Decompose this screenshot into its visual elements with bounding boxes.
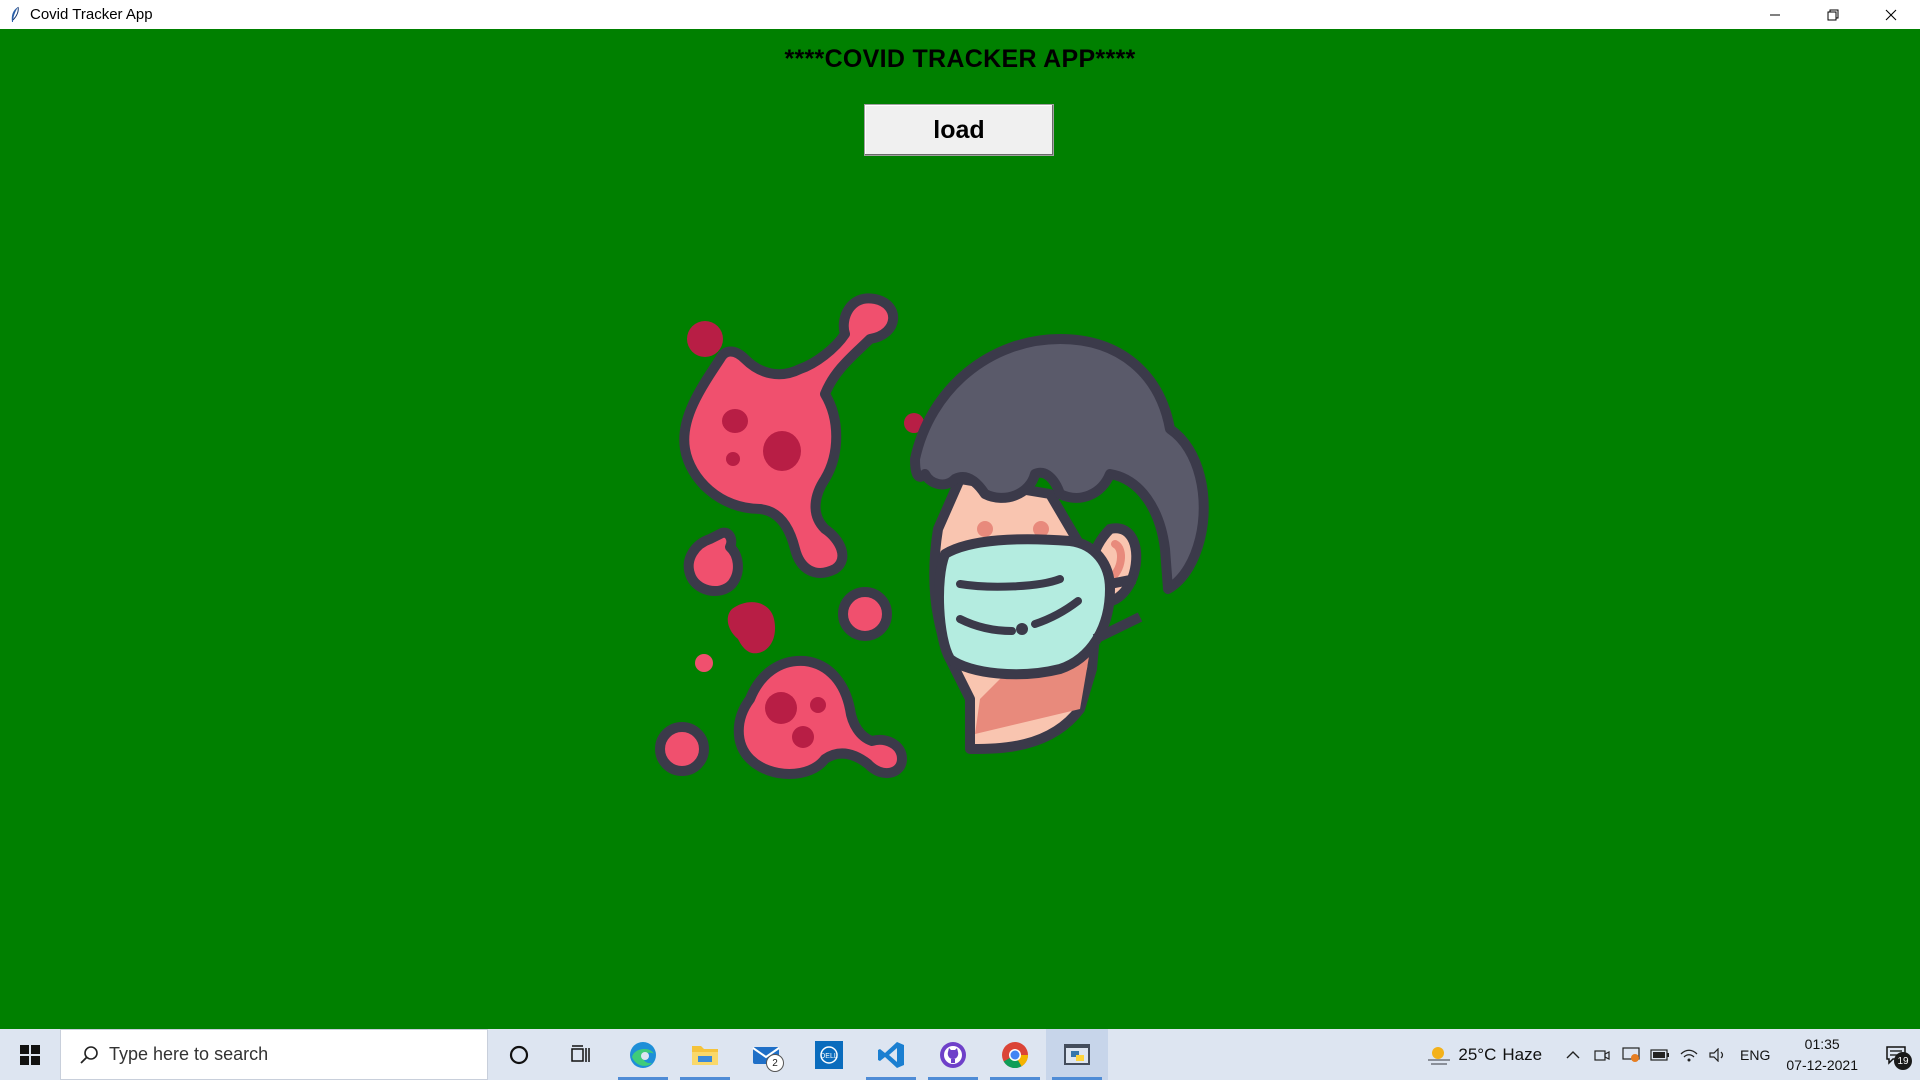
task-view-button[interactable] <box>550 1029 612 1080</box>
battery-icon <box>1649 1048 1669 1061</box>
tray-volume[interactable] <box>1703 1029 1732 1080</box>
cortana-circle-icon <box>509 1045 529 1064</box>
dell-icon: DELL <box>815 1040 843 1069</box>
system-tray: 25°C Haze ENG 01:35 07-12-2021 19 <box>1426 1029 1920 1080</box>
taskbar-file-explorer[interactable] <box>674 1029 736 1080</box>
edge-icon <box>630 1041 656 1068</box>
taskbar-chrome[interactable] <box>984 1029 1046 1080</box>
python-window-icon <box>1064 1043 1090 1065</box>
app-client-area: ****COVID TRACKER APP**** load <box>0 29 1920 1029</box>
chevron-up-icon <box>1566 1050 1580 1058</box>
tray-wifi[interactable] <box>1674 1029 1703 1080</box>
clock-date: 07-12-2021 <box>1786 1056 1858 1073</box>
weather-condition: Haze <box>1502 1044 1543 1064</box>
start-button[interactable] <box>0 1029 60 1080</box>
tray-meet-now[interactable] <box>1587 1029 1616 1080</box>
folder-icon <box>692 1045 718 1065</box>
cortana-button[interactable] <box>488 1029 550 1080</box>
load-button[interactable]: load <box>864 104 1054 156</box>
weather-widget[interactable]: 25°C Haze <box>1426 1044 1542 1066</box>
app-heading: ****COVID TRACKER APP**** <box>784 45 1136 73</box>
tray-security[interactable] <box>1616 1029 1645 1080</box>
taskbar-vscode[interactable] <box>860 1029 922 1080</box>
taskbar-search-box[interactable]: Type here to search <box>60 1029 488 1080</box>
action-center-button[interactable]: 19 <box>1872 1029 1920 1080</box>
github-icon <box>940 1041 966 1068</box>
window-controls <box>1746 0 1920 29</box>
show-hidden-icons-button[interactable] <box>1558 1029 1587 1080</box>
tray-battery[interactable] <box>1645 1029 1674 1080</box>
search-placeholder: Type here to search <box>109 1044 269 1064</box>
title-bar[interactable]: Covid Tracker App <box>0 0 1920 29</box>
monitor-icon <box>1621 1046 1640 1062</box>
speaker-icon <box>1708 1047 1723 1062</box>
clock-time: 01:35 <box>1804 1035 1840 1052</box>
vscode-icon <box>878 1041 904 1068</box>
task-view-icon <box>571 1044 590 1062</box>
windows-logo-icon <box>20 1044 40 1065</box>
taskbar-edge[interactable] <box>612 1029 674 1080</box>
taskbar-python-app[interactable] <box>1046 1029 1108 1080</box>
window-title: Covid Tracker App <box>30 6 153 23</box>
restore-button[interactable] <box>1804 0 1862 29</box>
sun-haze-icon <box>1428 1046 1451 1065</box>
camera-icon <box>1593 1049 1610 1061</box>
notification-count-badge: 19 <box>1894 1052 1912 1070</box>
weather-temperature: 25°C <box>1458 1044 1497 1064</box>
mail-unread-badge: 2 <box>766 1054 784 1072</box>
taskbar-dell[interactable]: DELL <box>798 1029 860 1080</box>
taskbar-mail[interactable]: 2 <box>736 1029 798 1080</box>
search-icon <box>69 1029 109 1080</box>
svg-text:DELL: DELL <box>820 1053 838 1060</box>
masked-man-with-virus-illustration <box>655 293 1209 779</box>
wifi-icon <box>1680 1049 1697 1061</box>
tk-feather-icon <box>6 6 24 24</box>
taskbar-clock[interactable]: 01:35 07-12-2021 <box>1786 1034 1858 1076</box>
windows-taskbar: Type here to search 2 DELL 25°C Haze ENG… <box>0 1029 1920 1080</box>
app-window: Covid Tracker App ****COVID TRACKER APP*… <box>0 0 1920 1029</box>
chrome-icon <box>1002 1041 1029 1068</box>
input-language[interactable]: ENG <box>1740 1047 1770 1063</box>
taskbar-github-desktop[interactable] <box>922 1029 984 1080</box>
close-button[interactable] <box>1862 0 1920 29</box>
minimize-button[interactable] <box>1746 0 1804 29</box>
